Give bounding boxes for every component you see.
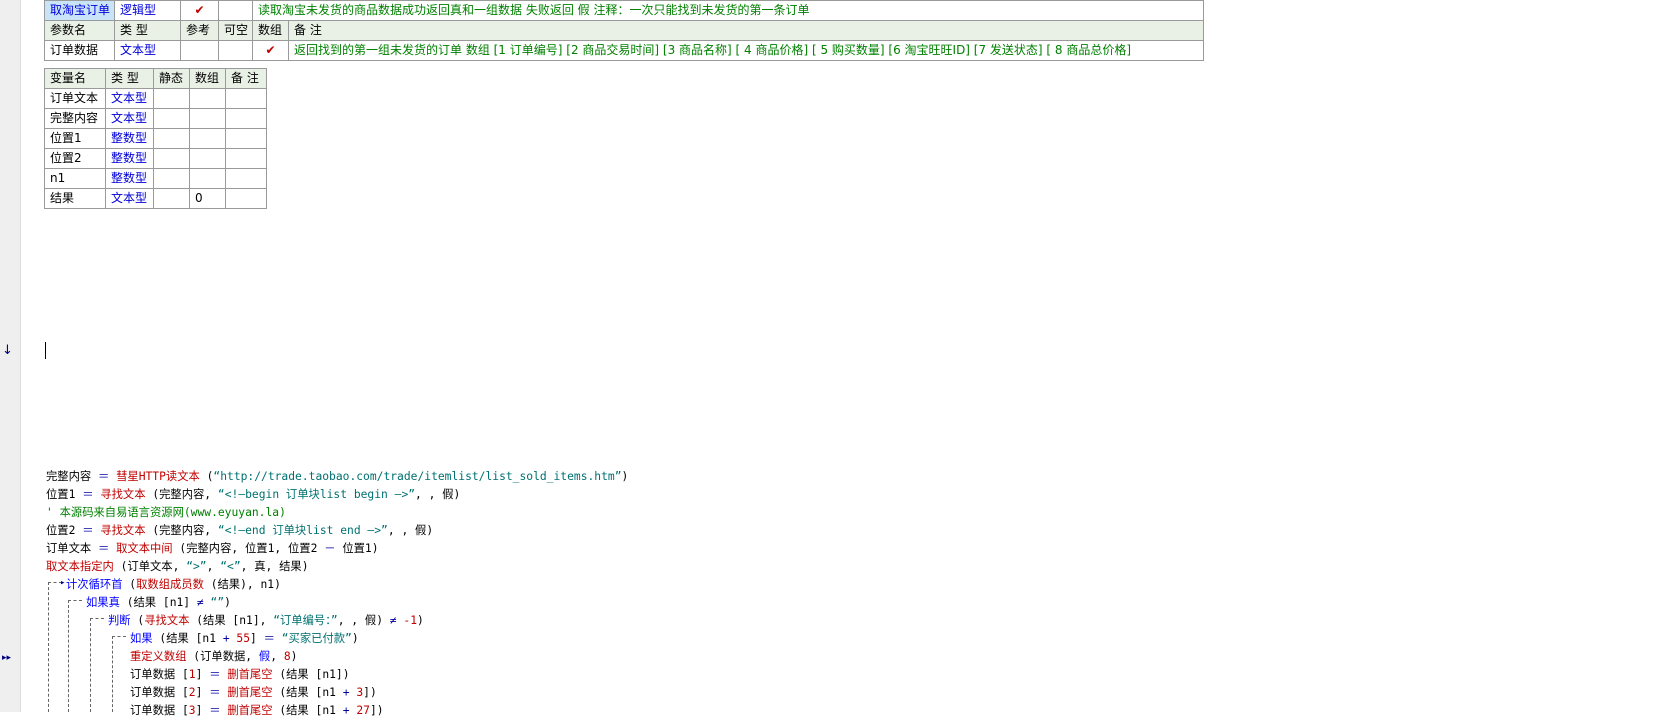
code-line[interactable]: 订单数据 [3] ＝ 删首尾空 (结果 [n1 + 27]) [130,702,384,720]
sub-empty-cell[interactable] [218,0,253,21]
var-type[interactable]: 整数型 [105,168,154,189]
loop-guide [48,582,49,712]
var-row[interactable]: 订单文本 文本型 [44,88,267,109]
code-line[interactable]: 位置1 ＝ 寻找文本 (完整内容, “<!—begin 订单块list begi… [46,486,460,504]
var-type[interactable]: 整数型 [105,128,154,149]
var-type[interactable]: 文本型 [105,108,154,129]
code-line-if[interactable]: 如果真 (结果 [n1] ≠ “”) [86,594,231,612]
down-arrow-icon: ↓ [2,343,13,358]
var-static[interactable] [153,148,190,169]
param-header-type: 类 型 [114,20,181,41]
var-header-static: 静态 [153,68,190,89]
judge-guide [90,618,91,712]
param-header-name: 参数名 [44,20,115,41]
line-gutter: ↓ ▸▸ [0,0,21,712]
loop-arrow-icon: ▸ [60,578,66,588]
var-array[interactable] [189,88,226,109]
var-row[interactable]: 位置1 整数型 [44,128,267,149]
var-array[interactable] [189,108,226,129]
ifelse-guide-branch [112,636,126,637]
var-name[interactable]: 位置1 [44,128,106,149]
var-remark[interactable] [225,108,267,129]
code-line[interactable]: 取文本指定内 (订单文本, “>”, “<”, 真, 结果) [46,558,309,576]
var-static[interactable] [153,168,190,189]
var-array[interactable] [189,168,226,189]
code-line[interactable]: 订单数据 [2] ＝ 删首尾空 (结果 [n1 + 3]) [130,684,377,702]
param-name[interactable]: 订单数据 [44,40,115,61]
code-line-ifelse[interactable]: 如果 (结果 [n1 + 55] ＝ “买家已付款”) [130,630,359,648]
param-header-remark: 备 注 [287,20,1205,41]
var-array[interactable]: 0 [189,188,226,209]
code-comment-line[interactable]: ' 本源码来自易语言资源网(www.eyuyan.la) [46,504,286,522]
param-type[interactable]: 文本型 [114,40,181,61]
sub-remark[interactable]: 读取淘宝未发货的商品数据成功返回真和一组数据 失败返回 假 注释：一次只能找到未… [251,0,1205,21]
var-table: 变量名 类 型 静态 数组 备 注 订单文本 文本型 完整内容 文本型 位置1 … [44,68,267,209]
public-check-icon[interactable]: ✔ [180,0,219,21]
var-type[interactable]: 文本型 [105,88,154,109]
var-static[interactable] [153,108,190,129]
var-remark[interactable] [225,148,267,169]
var-row[interactable]: 完整内容 文本型 [44,108,267,129]
code-line[interactable]: 完整内容 ＝ 彗星HTTP读文本 (“http://trade.taobao.c… [46,468,628,486]
var-static[interactable] [153,88,190,109]
var-static[interactable] [153,188,190,209]
var-name[interactable]: 结果 [44,188,106,209]
var-row[interactable]: 结果 文本型 0 [44,188,267,209]
param-nullable[interactable] [218,40,253,61]
sub-table: 取淘宝订单 逻辑型 ✔ 读取淘宝未发货的商品数据成功返回真和一组数据 失败返回 … [44,0,1205,61]
array-check-icon[interactable]: ✔ [252,40,289,61]
var-remark[interactable] [225,168,267,189]
if-guide-branch [68,600,82,601]
var-remark[interactable] [225,188,267,209]
param-header-ref: 参考 [180,20,219,41]
var-header-remark: 备 注 [225,68,267,89]
text-cursor [45,342,46,359]
var-array[interactable] [189,148,226,169]
code-line[interactable]: 订单数据 [1] ＝ 删首尾空 (结果 [n1]) [130,666,350,684]
param-remark[interactable]: 返回找到的第一组未发货的订单 数组 [1 订单编号] [2 商品交易时间] [3… [287,40,1205,61]
code-line[interactable]: 位置2 ＝ 寻找文本 (完整内容, “<!—end 订单块list end —>… [46,522,433,540]
var-array[interactable] [189,128,226,149]
var-row[interactable]: 位置2 整数型 [44,148,267,169]
var-static[interactable] [153,128,190,149]
var-remark[interactable] [225,88,267,109]
sub-name[interactable]: 取淘宝订单 [44,0,115,21]
var-remark[interactable] [225,128,267,149]
var-name[interactable]: 位置2 [44,148,106,169]
param-header-array: 数组 [252,20,289,41]
var-header-name: 变量名 [44,68,106,89]
var-name[interactable]: 订单文本 [44,88,106,109]
judge-guide-branch [90,618,104,619]
code-line-judge[interactable]: 判断 (寻找文本 (结果 [n1], “订单编号：”, , 假) ≠ -1) [108,612,424,630]
if-guide [68,600,69,712]
code-line-loop[interactable]: 计次循环首 (取数组成员数 (结果), n1) [66,576,281,594]
var-type[interactable]: 文本型 [105,188,154,209]
code-line[interactable]: 重定义数组 (订单数据, 假, 8) [130,648,297,666]
param-ref[interactable] [180,40,219,61]
param-header-nullable: 可空 [218,20,253,41]
var-header-array: 数组 [189,68,226,89]
var-header-type: 类 型 [105,68,154,89]
ifelse-guide [112,636,113,712]
var-name[interactable]: 完整内容 [44,108,106,129]
current-line-icon: ▸▸ [2,653,12,663]
var-type[interactable]: 整数型 [105,148,154,169]
var-name[interactable]: n1 [44,168,106,189]
var-row[interactable]: n1 整数型 [44,168,267,189]
sub-return-type[interactable]: 逻辑型 [114,0,181,21]
code-line[interactable]: 订单文本 ＝ 取文本中间 (完整内容, 位置1, 位置2 － 位置1) [46,540,379,558]
